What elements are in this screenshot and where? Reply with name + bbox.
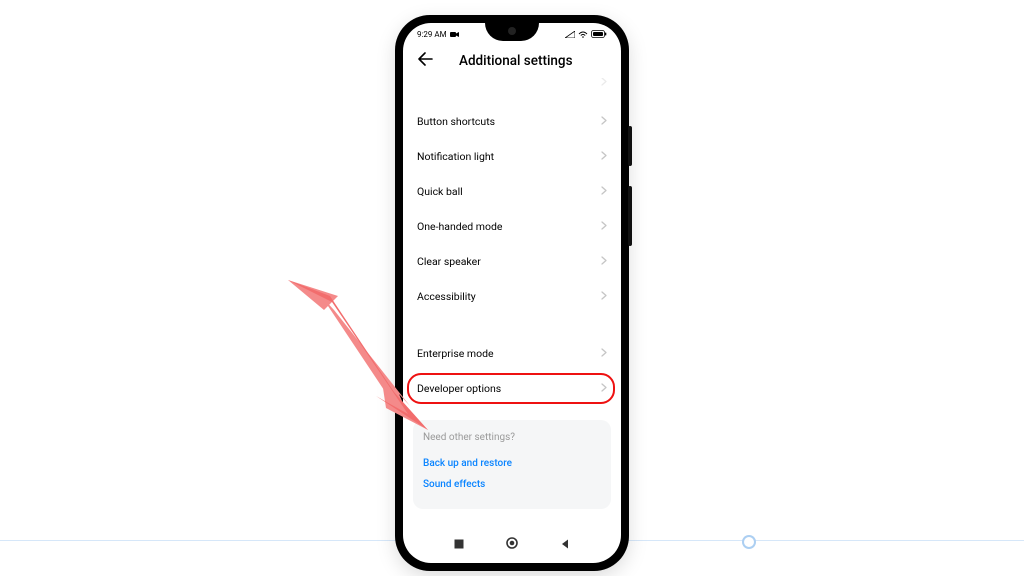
settings-row-accessibility[interactable]: Accessibility — [403, 279, 621, 314]
chevron-right-icon — [601, 78, 607, 89]
settings-row-cutoff[interactable] — [403, 78, 621, 104]
settings-row-notification-light[interactable]: Notification light — [403, 139, 621, 174]
chevron-right-icon — [601, 255, 607, 268]
chevron-right-icon — [601, 290, 607, 303]
page-title: Additional settings — [459, 53, 607, 69]
settings-row-label: Notification light — [417, 150, 494, 163]
phone-frame: 9:29 AM Additional — [396, 16, 628, 570]
settings-row-one-handed-mode[interactable]: One-handed mode — [403, 209, 621, 244]
card-link-sound-effects[interactable]: Sound effects — [423, 474, 601, 495]
nav-recent-button[interactable] — [453, 535, 465, 554]
chevron-right-icon — [601, 150, 607, 163]
settings-row-label: Developer options — [417, 382, 501, 395]
settings-row-label: One-handed mode — [417, 220, 503, 233]
settings-row-label: Quick ball — [417, 185, 463, 198]
camera-icon — [450, 31, 459, 38]
circle-icon — [505, 536, 519, 550]
chevron-right-icon — [601, 347, 607, 360]
settings-row-enterprise-mode[interactable]: Enterprise mode — [403, 336, 621, 371]
settings-row-developer-options[interactable]: Developer options — [403, 371, 621, 406]
settings-row-clear-speaker[interactable]: Clear speaker — [403, 244, 621, 279]
titlebar: Additional settings — [403, 45, 621, 78]
settings-row-label: Button shortcuts — [417, 115, 495, 128]
settings-row-button-shortcuts[interactable]: Button shortcuts — [403, 104, 621, 139]
background-dot — [742, 535, 756, 549]
back-button[interactable] — [417, 51, 433, 70]
settings-list: Button shortcuts Notification light Quic… — [403, 78, 621, 509]
battery-icon — [591, 30, 607, 38]
settings-row-label: Enterprise mode — [417, 347, 494, 360]
android-navbar — [403, 530, 621, 558]
triangle-back-icon — [559, 538, 571, 550]
signal-icon — [565, 31, 575, 38]
chevron-right-icon — [601, 220, 607, 233]
phone-side-button-2 — [628, 186, 632, 246]
nav-home-button[interactable] — [505, 535, 519, 554]
card-question: Need other settings? — [423, 432, 601, 443]
section-gap — [403, 314, 621, 336]
card-link-backup-restore[interactable]: Back up and restore — [423, 453, 601, 474]
chevron-right-icon — [601, 185, 607, 198]
status-time: 9:29 AM — [417, 30, 447, 39]
phone-screen: 9:29 AM Additional — [403, 23, 621, 563]
settings-row-label: Clear speaker — [417, 255, 481, 268]
wifi-icon — [578, 31, 588, 38]
other-settings-card: Need other settings? Back up and restore… — [413, 420, 611, 509]
nav-back-button[interactable] — [559, 535, 571, 554]
chevron-right-icon — [601, 115, 607, 128]
settings-row-label: Accessibility — [417, 290, 476, 303]
phone-side-button-1 — [628, 126, 632, 166]
square-icon — [453, 538, 465, 550]
chevron-right-icon — [601, 382, 607, 395]
settings-row-quick-ball[interactable]: Quick ball — [403, 174, 621, 209]
back-arrow-icon — [417, 52, 433, 66]
